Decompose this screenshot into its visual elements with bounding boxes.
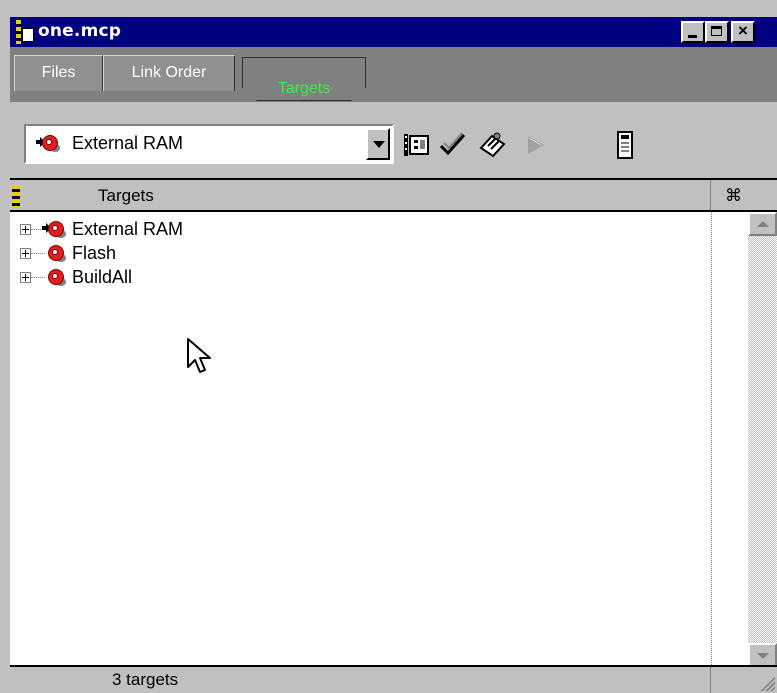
target-name: Flash [72,243,117,263]
expand-icon[interactable] [20,272,31,283]
target-selector[interactable]: External RAM [24,124,394,164]
tree-row-external-ram[interactable]: External RAM [10,218,410,242]
target-icon [46,245,68,263]
target-current-icon [42,221,68,239]
scroll-down-button[interactable] [748,643,777,667]
target-count: 3 targets [112,670,179,689]
close-icon: × [738,21,748,40]
current-target-icon [36,135,62,153]
project-file-icon [16,20,34,44]
column-header[interactable]: Targets ⌘ [10,180,777,212]
tab-files[interactable]: Files [14,55,103,91]
resize-grip-icon[interactable] [759,675,775,691]
status-bar: 3 targets [10,665,777,693]
target-settings-icon[interactable] [402,130,432,160]
run-icon[interactable] [520,130,550,160]
expand-icon[interactable] [20,224,31,235]
target-name: BuildAll [72,267,133,287]
maximize-button[interactable] [705,21,729,43]
vertical-scrollbar[interactable] [748,212,777,667]
toolbar: External RAM [10,102,777,178]
target-icon [46,269,68,287]
tree-row-flash[interactable]: Flash [10,242,410,266]
tab-link-order[interactable]: Link Order [103,55,235,91]
minimize-button[interactable] [681,21,705,43]
target-selector-value: External RAM [72,133,184,153]
check-syntax-icon[interactable] [438,130,468,160]
close-button[interactable]: × [731,21,755,43]
debug-icon[interactable] [610,130,640,160]
targets-list-panel: Targets ⌘ External RAM Flash BuildAll [10,178,777,667]
compile-icon[interactable] [478,130,508,160]
mouse-pointer-icon [187,338,211,373]
link-icon[interactable]: ⌘ [725,186,742,206]
expand-icon[interactable] [20,248,31,259]
title-bar[interactable]: one.mcp × [10,17,777,47]
project-window: one.mcp × Files Link Order Targets Exter… [0,0,777,693]
tab-bar: Files Link Order Targets [10,47,777,102]
grip-stripe-icon [12,185,20,207]
tree-row-buildall[interactable]: BuildAll [10,266,410,290]
target-name: External RAM [72,219,184,239]
targets-tree: External RAM Flash BuildAll [10,212,710,667]
window-title: one.mcp [38,21,122,41]
tab-targets[interactable]: Targets [242,57,366,101]
column-header-targets: Targets [98,186,154,205]
chevron-down-icon[interactable] [366,128,390,160]
scroll-up-button[interactable] [748,212,777,236]
